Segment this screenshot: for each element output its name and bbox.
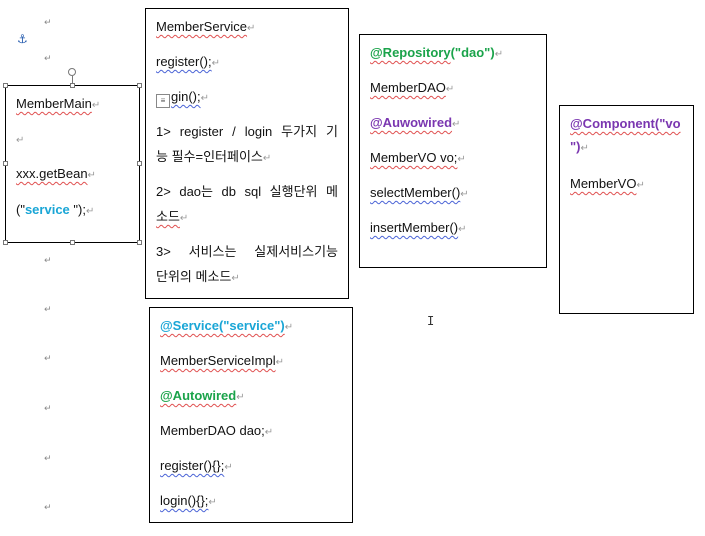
- member-dao-box[interactable]: @Repository("dao")↵ MemberDAO↵ @Auwowire…: [359, 34, 547, 268]
- resize-handle[interactable]: [70, 240, 75, 245]
- impl-autowired: @Autowired: [160, 388, 237, 403]
- resize-handle[interactable]: [3, 240, 8, 245]
- vo-annotation-1: @Component("vo: [570, 116, 681, 131]
- resize-handle[interactable]: [137, 240, 142, 245]
- service-title: MemberService: [156, 19, 248, 34]
- member-main-box[interactable]: MemberMain↵ ↵ xxx.getBean↵ ("service ");…: [5, 85, 140, 243]
- paragraph-mark: ↵: [44, 256, 52, 266]
- service-note-1b: 능 필수=인터페이스: [156, 149, 263, 164]
- paragraph-mark: ↵: [44, 404, 52, 414]
- resize-handle[interactable]: [137, 83, 142, 88]
- member-service-impl-box[interactable]: @Service("service")↵ MemberServiceImpl↵ …: [149, 307, 353, 523]
- service-note-3a: 3> 서비스는 실제서비스기능: [156, 244, 338, 259]
- resize-handle[interactable]: [3, 161, 8, 166]
- paragraph-mark: ↵: [44, 503, 52, 513]
- dao-method-select: selectMember(): [370, 185, 461, 200]
- main-arg-close: ");: [69, 202, 86, 217]
- dao-autowired: @Auwowired: [370, 115, 453, 130]
- paragraph-mark: ↵: [44, 54, 52, 64]
- resize-handle[interactable]: [70, 83, 75, 88]
- dao-annotation-prefix: @Repository: [370, 45, 451, 60]
- dao-class-name: MemberDAO: [370, 80, 446, 95]
- dao-annotation-arg: ("dao"): [450, 45, 495, 60]
- impl-annotation: @Service("service"): [160, 318, 285, 333]
- dao-method-insert: insertMember(): [370, 220, 459, 235]
- text-cursor-icon: I: [427, 314, 435, 328]
- paste-options-icon[interactable]: ≡: [156, 94, 170, 108]
- service-method-register: register();: [156, 54, 212, 69]
- paragraph-mark: ↵: [44, 305, 52, 315]
- service-note-3b: 단위의 메소드: [156, 269, 232, 284]
- dao-field: MemberVO vo;: [370, 150, 458, 165]
- vo-class-name: MemberVO: [570, 176, 637, 191]
- service-note-2a: 2> dao는 db sql 실행단위 메: [156, 184, 338, 199]
- impl-method-register: register(){};: [160, 458, 225, 473]
- paragraph-mark: ↵: [44, 18, 52, 28]
- service-note-2b: 소드: [156, 209, 180, 224]
- main-title: MemberMain: [16, 96, 92, 111]
- vo-annotation-2: "): [570, 139, 581, 154]
- member-vo-box[interactable]: @Component("vo ")↵ MemberVO↵: [559, 105, 694, 314]
- impl-class-name: MemberServiceImpl: [160, 353, 276, 368]
- resize-handle[interactable]: [137, 161, 142, 166]
- paragraph-mark: ↵: [44, 354, 52, 364]
- anchor-icon: ⚓: [17, 32, 28, 46]
- impl-field: MemberDAO dao;: [160, 423, 265, 438]
- service-method-login: gin();: [171, 89, 201, 104]
- impl-method-login: login(){};: [160, 493, 209, 508]
- rotate-handle-icon[interactable]: [68, 68, 76, 76]
- paragraph-mark: ↵: [44, 454, 52, 464]
- main-call: xxx.getBean: [16, 166, 88, 181]
- resize-handle[interactable]: [3, 83, 8, 88]
- main-arg-open: (": [16, 202, 25, 217]
- service-note-1a: 1> register / login 두가지 기: [156, 124, 338, 139]
- member-service-box[interactable]: MemberService↵ register();↵ ≡ gin();↵ 1> …: [145, 8, 349, 299]
- main-arg-value: service: [24, 202, 70, 217]
